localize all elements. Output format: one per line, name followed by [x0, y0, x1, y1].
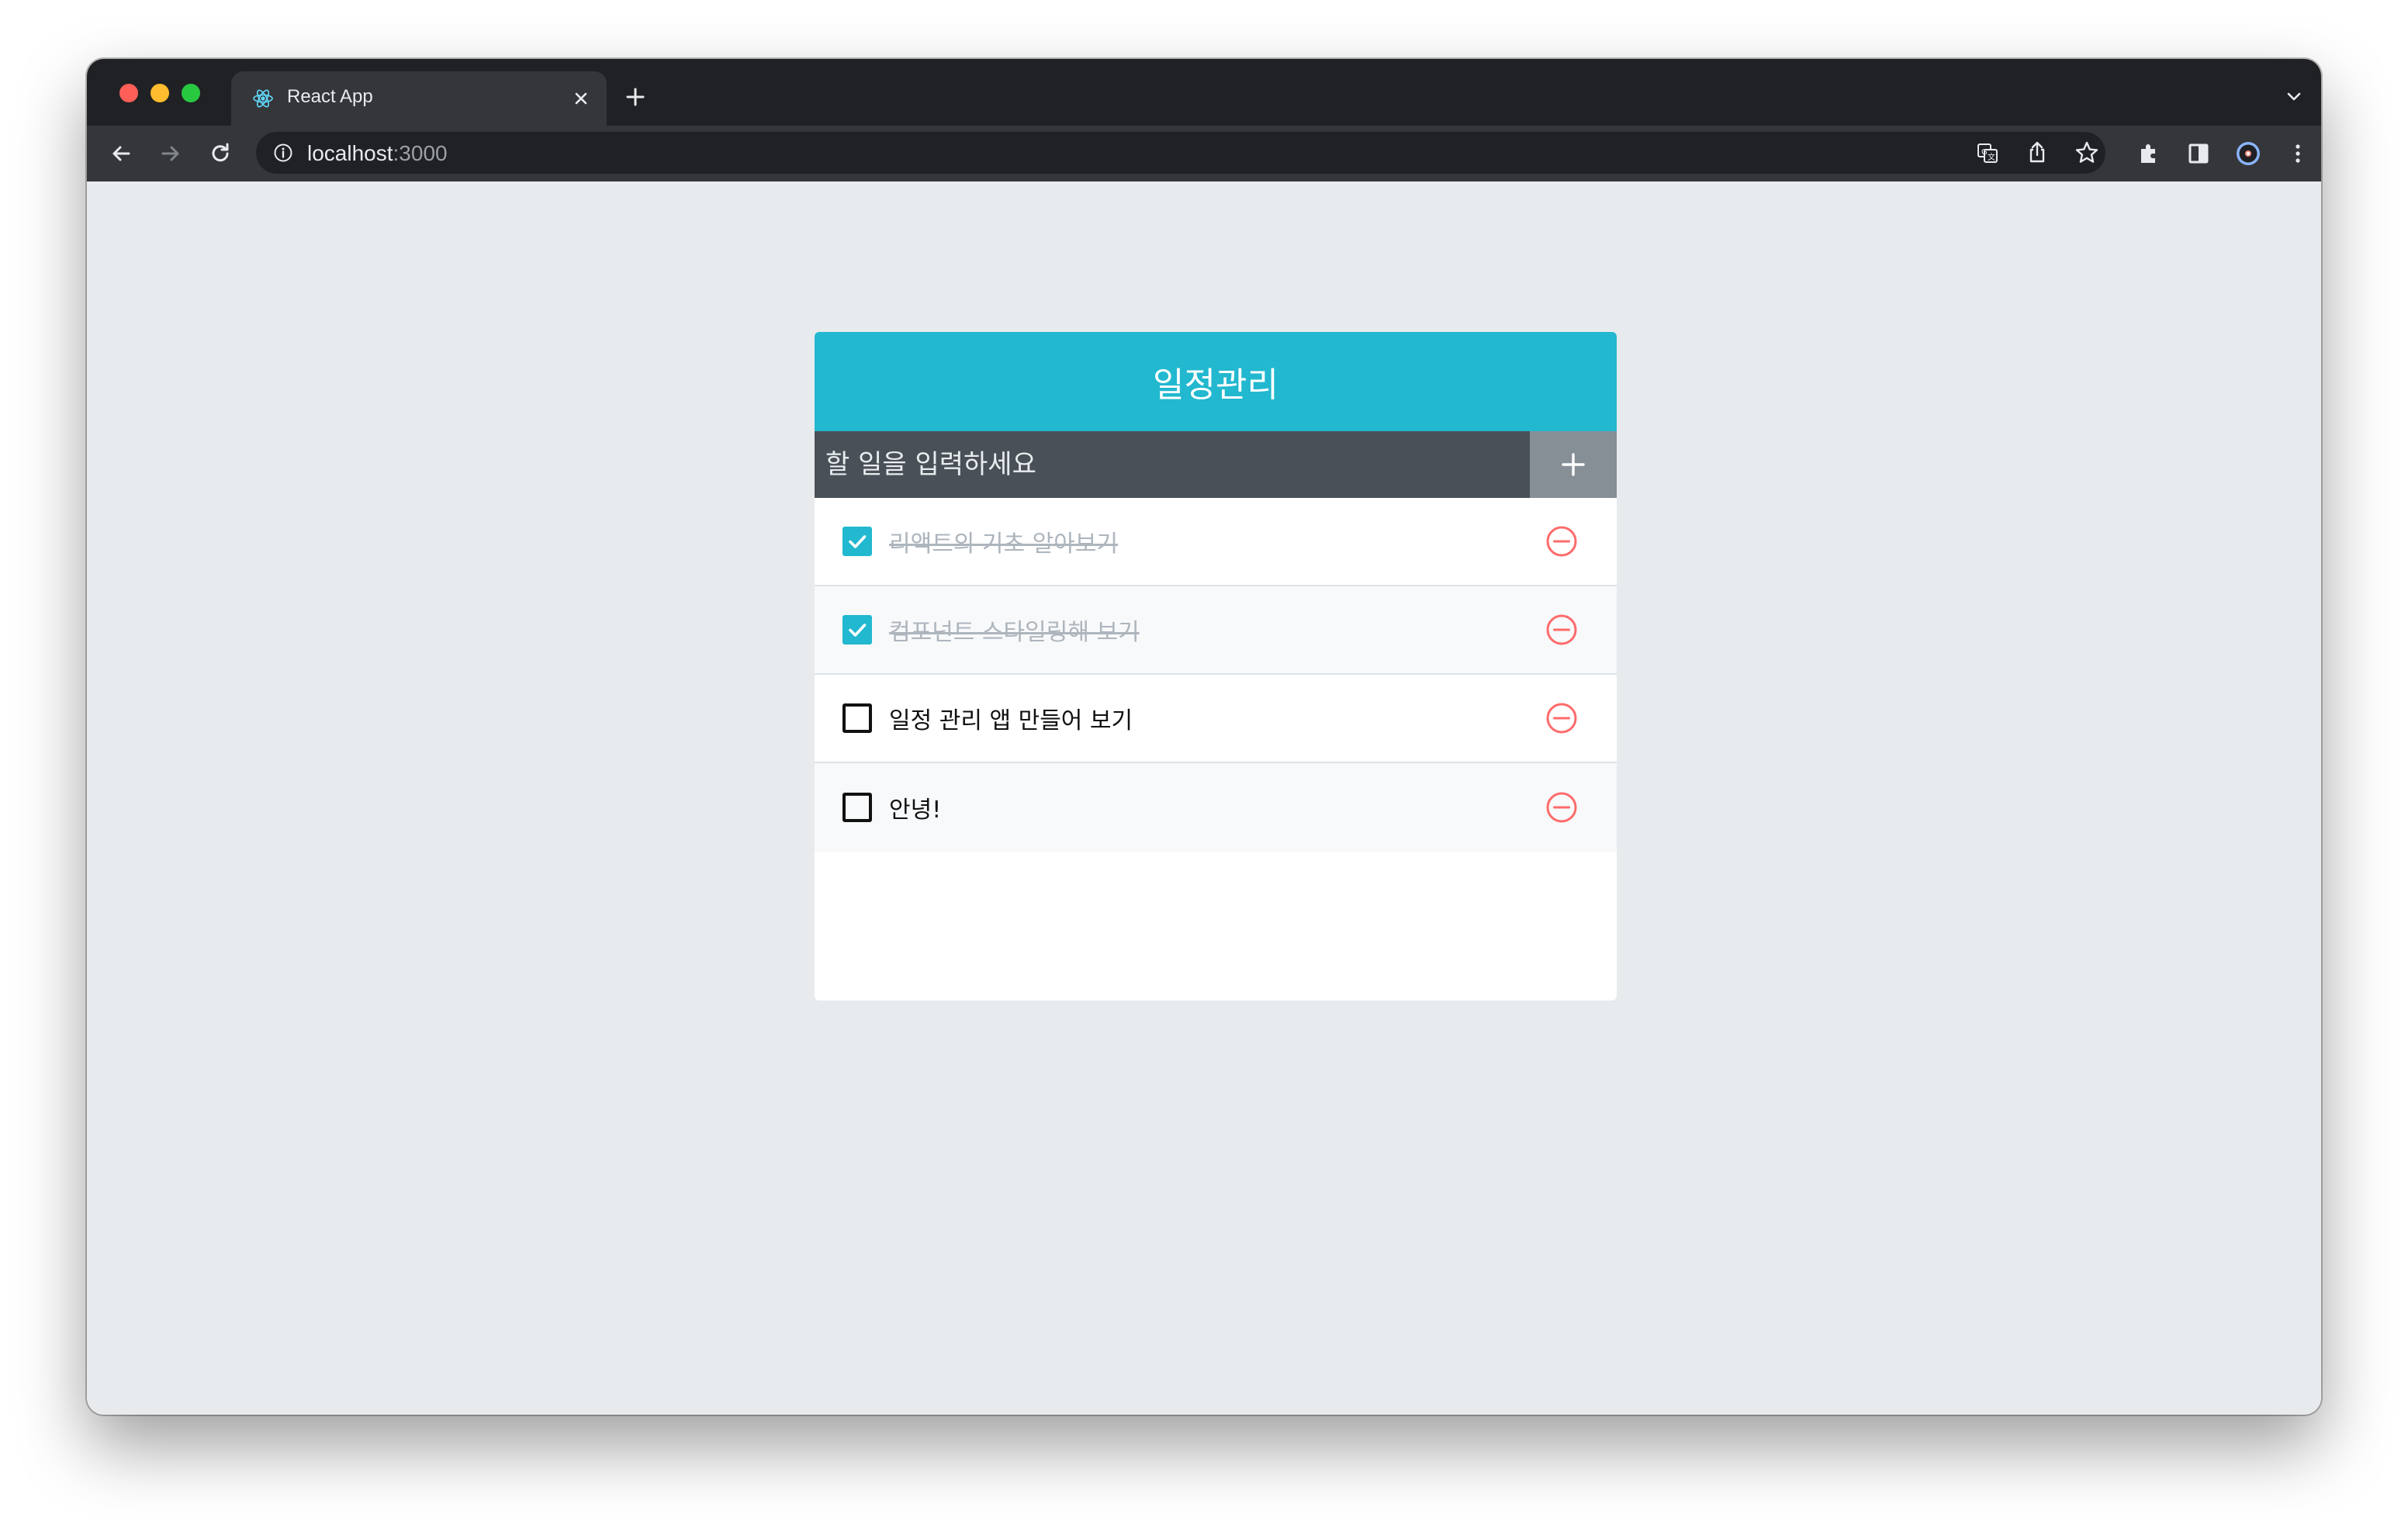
todo-text: 컴포넌트 스타일링해 보기 [889, 619, 1140, 646]
side-panel-icon[interactable] [2185, 140, 2213, 168]
more-vert-icon[interactable] [2284, 140, 2312, 168]
checkbox-checked-icon[interactable] [842, 527, 872, 556]
todo-insert-form [815, 431, 1617, 498]
star-icon[interactable] [2073, 139, 2101, 167]
add-todo-button[interactable] [1530, 431, 1617, 498]
url-port: :3000 [393, 141, 448, 165]
react-icon [253, 89, 273, 108]
window-minimize-button[interactable] [150, 84, 169, 102]
todo-text: 리액트의 기초 알아보기 [889, 530, 1119, 558]
todo-text: 일정 관리 앱 만들어 보기 [889, 707, 1133, 734]
todo-item: 리액트의 기초 알아보기 [815, 498, 1617, 586]
reload-icon[interactable] [206, 140, 234, 168]
chevron-down-icon[interactable] [2284, 87, 2304, 107]
minus-circle-icon[interactable] [1545, 702, 1578, 734]
todo-item: 안녕! [815, 763, 1617, 852]
plus-icon [1562, 453, 1585, 476]
url-text: localhost:3000 [307, 141, 448, 166]
checkbox-checked-icon[interactable] [842, 615, 872, 645]
translate-icon[interactable]: G 文 [1974, 139, 2001, 167]
share-icon[interactable] [2023, 139, 2051, 167]
close-icon[interactable] [569, 87, 593, 110]
window-maximize-button[interactable] [182, 84, 200, 102]
url-host: localhost [307, 141, 393, 165]
page-viewport: 일정관리 리액트의 기초 알아보기 [87, 181, 2321, 1415]
svg-text:文: 文 [1988, 152, 1995, 162]
profile-avatar-icon[interactable] [2234, 140, 2262, 168]
address-bar[interactable]: localhost:3000 G 文 [256, 132, 2105, 174]
todo-item: 일정 관리 앱 만들어 보기 [815, 675, 1617, 763]
minus-circle-icon[interactable] [1545, 525, 1578, 558]
todo-text: 안녕! [889, 797, 942, 824]
todo-list: 리액트의 기초 알아보기 컴포넌트 스타일링해 보기 일정 관리 앱 만들어 보… [815, 498, 1617, 852]
new-tab-icon[interactable] [624, 85, 647, 109]
browser-toolbar: localhost:3000 G 文 [87, 126, 2321, 183]
app-title: 일정관리 [815, 332, 1617, 431]
checkbox-blank-icon[interactable] [842, 703, 872, 733]
todo-item: 컴포넌트 스타일링해 보기 [815, 586, 1617, 675]
tab-strip: React App [87, 59, 2321, 126]
forward-arrow-icon[interactable] [157, 140, 185, 168]
extensions-icon[interactable] [2135, 140, 2163, 168]
back-arrow-icon[interactable] [107, 140, 135, 168]
browser-tab[interactable]: React App [231, 71, 607, 126]
checkbox-blank-icon[interactable] [842, 793, 872, 822]
info-icon[interactable] [273, 143, 293, 163]
window-close-button[interactable] [119, 84, 138, 102]
tab-title: React App [287, 86, 373, 107]
svg-text:G: G [1981, 148, 1988, 157]
browser-window: React App localhost:3000 G 文 일정관리 할 일을 입… [87, 59, 2321, 1415]
minus-circle-icon[interactable] [1545, 613, 1578, 646]
minus-circle-icon[interactable] [1545, 791, 1578, 824]
todo-input[interactable] [815, 431, 1530, 498]
todo-template: 일정관리 리액트의 기초 알아보기 [815, 332, 1617, 1001]
